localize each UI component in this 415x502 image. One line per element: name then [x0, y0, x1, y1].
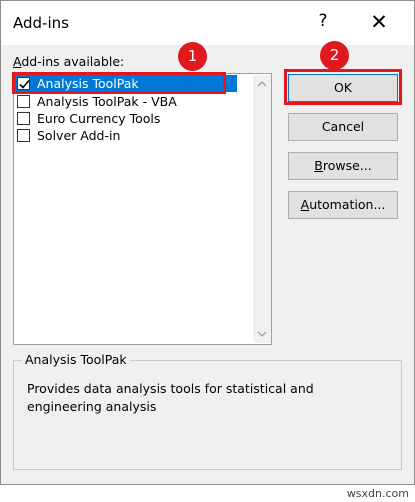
cancel-button[interactable]: Cancel — [288, 113, 398, 141]
browse-button[interactable]: Browse... — [288, 152, 398, 180]
title-bar: Add-ins ? ✕ — [1, 1, 414, 45]
add-ins-dialog: Add-ins ? ✕ Add-ins available: Analysis … — [0, 0, 415, 485]
watermark: wsxdn.com — [346, 487, 409, 500]
solver-add-in-checkbox[interactable] — [17, 129, 30, 142]
list-item-analysis-toolpak-vba[interactable]: Analysis ToolPak - VBA — [15, 93, 237, 110]
list-item-label: Solver Add-in — [37, 128, 121, 143]
list-item-solver-add-in[interactable]: Solver Add-in — [15, 127, 237, 144]
highlight-box-ok — [284, 69, 402, 105]
step-badge-1: 1 — [178, 42, 207, 71]
vertical-scrollbar[interactable] — [253, 75, 271, 343]
scroll-down-button[interactable] — [253, 325, 271, 343]
step-badge-2: 2 — [320, 41, 349, 70]
highlight-box-analysis-toolpak — [12, 72, 226, 94]
dialog-title: Add-ins — [13, 14, 69, 32]
description-title: Analysis ToolPak — [22, 352, 130, 367]
description-groupbox: Analysis ToolPak Provides data analysis … — [13, 352, 402, 470]
analysis-toolpak-vba-checkbox[interactable] — [17, 95, 30, 108]
add-ins-available-label: Add-ins available: — [13, 54, 125, 69]
list-item-euro-currency-tools[interactable]: Euro Currency Tools — [15, 110, 237, 127]
description-text: Provides data analysis tools for statist… — [27, 381, 314, 414]
help-button[interactable]: ? — [313, 11, 333, 35]
chevron-down-icon — [257, 331, 267, 337]
scroll-up-button[interactable] — [253, 75, 271, 93]
chevron-up-icon — [257, 81, 267, 87]
close-icon: ✕ — [370, 10, 388, 34]
list-item-label: Euro Currency Tools — [37, 111, 161, 126]
list-item-label: Analysis ToolPak - VBA — [37, 94, 177, 109]
close-button[interactable]: ✕ — [367, 8, 391, 36]
automation-button[interactable]: Automation... — [288, 191, 398, 219]
euro-currency-tools-checkbox[interactable] — [17, 112, 30, 125]
add-ins-listbox[interactable]: Analysis ToolPak Analysis ToolPak - VBA … — [13, 73, 272, 345]
